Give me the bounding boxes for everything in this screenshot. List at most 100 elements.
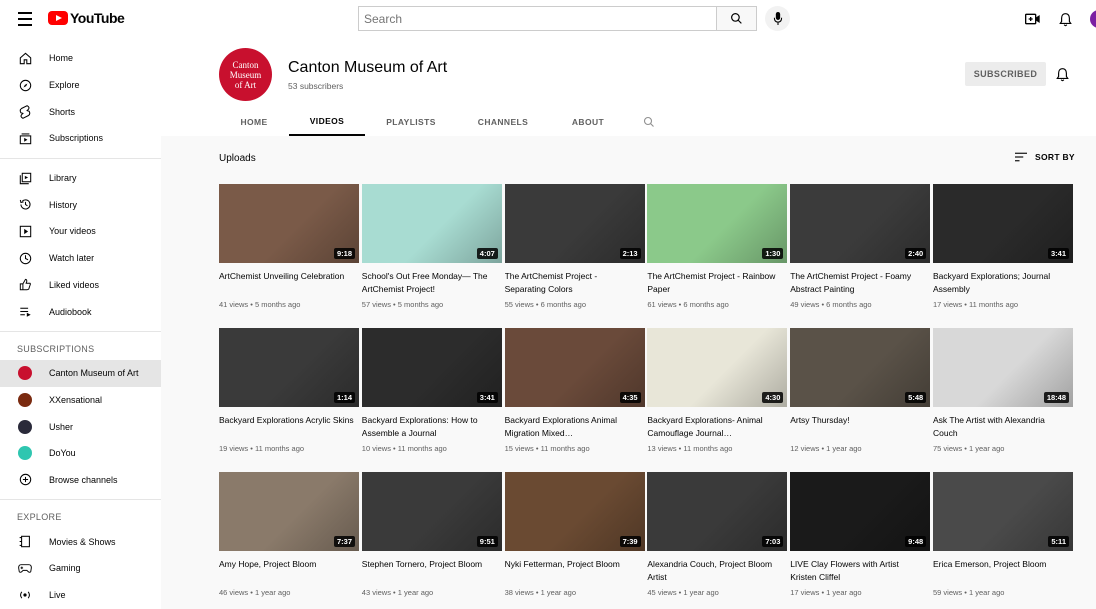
video-card[interactable]: 4:07 School's Out Free Monday— The ArtChe… [361, 184, 502, 309]
sidebar-item-shorts[interactable]: Shorts [0, 98, 161, 125]
video-card[interactable]: 3:41 Backyard Explorations; Journal Assem… [933, 184, 1073, 309]
video-thumbnail[interactable]: 9:18 [219, 184, 359, 263]
video-card[interactable]: 5:11 Erica Emerson, Project Bloom 59 views… [933, 472, 1073, 597]
video-card[interactable]: 1:30 The ArtChemist Project - Rainbow Pap… [647, 184, 788, 309]
notifications-button[interactable] [1056, 10, 1074, 28]
video-title[interactable]: LIVE Clay Flowers with Artist Kristen Cl… [790, 558, 930, 584]
video-thumbnail[interactable]: 2:13 [504, 184, 645, 263]
video-card[interactable]: 5:48 Artsy Thursday! 12 views • 1 year ago [790, 328, 931, 453]
video-thumbnail[interactable]: 7:03 [647, 472, 788, 551]
tab-channels[interactable]: CHANNELS [457, 108, 549, 136]
subscribed-button[interactable]: SUBSCRIBED [965, 62, 1046, 86]
create-button[interactable] [1024, 10, 1042, 28]
account-avatar[interactable] [1090, 10, 1096, 28]
logo-text: YouTube [70, 10, 125, 26]
tab-playlists[interactable]: PLAYLISTS [365, 108, 457, 136]
video-thumbnail[interactable]: 4:35 [504, 328, 645, 407]
video-thumbnail[interactable]: 5:48 [790, 328, 931, 407]
video-duration: 1:30 [762, 248, 784, 259]
sidebar-item-live[interactable]: Live [0, 582, 161, 609]
video-card[interactable]: 9:48 LIVE Clay Flowers with Artist Kriste… [790, 472, 931, 597]
video-title[interactable]: Nyki Fetterman, Project Bloom [505, 558, 645, 584]
bell-icon [1055, 67, 1069, 81]
video-thumbnail[interactable]: 9:48 [790, 472, 931, 551]
video-card[interactable]: 9:51 Stephen Tornero, Project Bloom 43 vie… [361, 472, 502, 597]
video-card[interactable]: 18:48 Ask The Artist with Alexandria Couc… [933, 328, 1073, 453]
video-thumbnail[interactable]: 4:07 [361, 184, 502, 263]
sidebar-item-movies-shows[interactable]: Movies & Shows [0, 528, 161, 555]
sidebar-item-label: Library [49, 173, 77, 184]
sidebar-item-subscriptions[interactable]: Subscriptions [0, 125, 161, 152]
sidebar-item-home[interactable]: Home [0, 45, 161, 72]
video-card[interactable]: 9:18 ArtChemist Unveiling Celebration 41 v… [219, 184, 359, 309]
video-card[interactable]: 7:37 Amy Hope, Project Bloom 46 views • 1 … [219, 472, 359, 597]
video-title[interactable]: ArtChemist Unveiling Celebration [219, 270, 359, 296]
search-input[interactable] [358, 6, 717, 31]
tab-home[interactable]: HOME [219, 108, 289, 136]
sidebar-item-browse-channels[interactable]: Browse channels [0, 467, 161, 494]
sidebar-channel-doyou[interactable]: DoYou [0, 440, 161, 467]
live-icon [18, 588, 32, 602]
video-title[interactable]: The ArtChemist Project - Rainbow Paper [647, 270, 787, 296]
video-title[interactable]: The ArtChemist Project - Separating Colo… [505, 270, 645, 296]
sidebar-item-explore[interactable]: Explore [0, 72, 161, 99]
video-title[interactable]: Backyard Explorations; Journal Assembly [933, 270, 1073, 296]
video-thumbnail[interactable]: 1:30 [647, 184, 788, 263]
video-card[interactable]: 7:03 Alexandria Couch, Project Bloom Arti… [647, 472, 788, 597]
voice-search-button[interactable] [765, 6, 790, 31]
video-title[interactable]: Ask The Artist with Alexandria Couch [933, 414, 1073, 440]
video-thumbnail[interactable]: 9:51 [361, 472, 502, 551]
sidebar-channel-xxensational[interactable]: XXensational [0, 387, 161, 414]
video-thumbnail[interactable]: 3:41 [933, 184, 1073, 263]
channel-search-button[interactable] [641, 108, 657, 136]
video-title[interactable]: Artsy Thursday! [790, 414, 930, 440]
video-card[interactable]: 2:40 The ArtChemist Project - Foamy Abstr… [790, 184, 931, 309]
sort-by-button[interactable]: SORT BY [1015, 152, 1075, 162]
sidebar-item-watch-later[interactable]: Watch later [0, 245, 161, 272]
tab-videos[interactable]: VIDEOS [289, 108, 365, 136]
sidebar-channel-canton-museum-of-art[interactable]: Canton Museum of Art [0, 359, 161, 387]
video-title[interactable]: Alexandria Couch, Project Bloom Artist [647, 558, 787, 584]
sidebar-item-gaming[interactable]: Gaming [0, 555, 161, 582]
video-thumbnail[interactable]: 7:37 [219, 472, 359, 551]
search-button[interactable] [716, 6, 757, 31]
video-title[interactable]: The ArtChemist Project - Foamy Abstract … [790, 270, 930, 296]
video-title[interactable]: Backyard Explorations Animal Migration M… [505, 414, 645, 440]
sidebar-channel-usher[interactable]: Usher [0, 413, 161, 440]
video-thumbnail[interactable]: 5:11 [933, 472, 1073, 551]
sidebar-item-audiobook[interactable]: Audiobook [0, 298, 161, 325]
video-card[interactable]: 4:30 Backyard Explorations- Animal Camouf… [647, 328, 788, 453]
video-card[interactable]: 1:14 Backyard Explorations Acrylic Skins 1… [219, 328, 359, 453]
sidebar-item-library[interactable]: Library [0, 165, 161, 192]
tab-about[interactable]: ABOUT [549, 108, 627, 136]
video-title[interactable]: Stephen Tornero, Project Bloom [362, 558, 502, 584]
video-title[interactable]: Erica Emerson, Project Bloom [933, 558, 1073, 584]
video-title[interactable]: Backyard Explorations: How to Assemble a… [362, 414, 502, 440]
video-thumbnail[interactable]: 18:48 [933, 328, 1073, 407]
video-card[interactable]: 3:41 Backyard Explorations: How to Assemb… [361, 328, 502, 453]
sidebar-item-liked-videos[interactable]: Liked videos [0, 272, 161, 299]
video-thumbnail[interactable]: 7:39 [504, 472, 645, 551]
video-meta: 13 views • 11 months ago [647, 444, 733, 453]
video-thumbnail[interactable]: 2:40 [790, 184, 931, 263]
youtube-logo[interactable]: YouTube [48, 10, 125, 26]
sidebar-divider [0, 499, 161, 501]
sidebar-item-your-videos[interactable]: Your videos [0, 218, 161, 245]
create-video-icon [1025, 13, 1040, 25]
channel-logo[interactable]: Canton Museum of Art [219, 48, 272, 101]
video-thumbnail[interactable]: 4:30 [647, 328, 788, 407]
video-title[interactable]: Amy Hope, Project Bloom [219, 558, 359, 584]
video-card[interactable]: 4:35 Backyard Explorations Animal Migrati… [504, 328, 645, 453]
channel-name: Canton Museum of Art [288, 59, 448, 76]
video-title[interactable]: School's Out Free Monday— The ArtChemist… [362, 270, 502, 296]
video-thumbnail[interactable]: 1:14 [219, 328, 359, 407]
video-duration: 2:13 [619, 248, 641, 259]
video-title[interactable]: Backyard Explorations Acrylic Skins [219, 414, 359, 440]
video-card[interactable]: 2:13 The ArtChemist Project - Separating … [504, 184, 645, 309]
video-title[interactable]: Backyard Explorations- Animal Camouflage… [647, 414, 787, 440]
video-card[interactable]: 7:39 Nyki Fetterman, Project Bloom 38 view… [504, 472, 645, 597]
channel-notifications-button[interactable] [1054, 66, 1070, 82]
menu-button[interactable] [15, 10, 35, 28]
video-thumbnail[interactable]: 3:41 [361, 328, 502, 407]
sidebar-item-history[interactable]: History [0, 191, 161, 218]
